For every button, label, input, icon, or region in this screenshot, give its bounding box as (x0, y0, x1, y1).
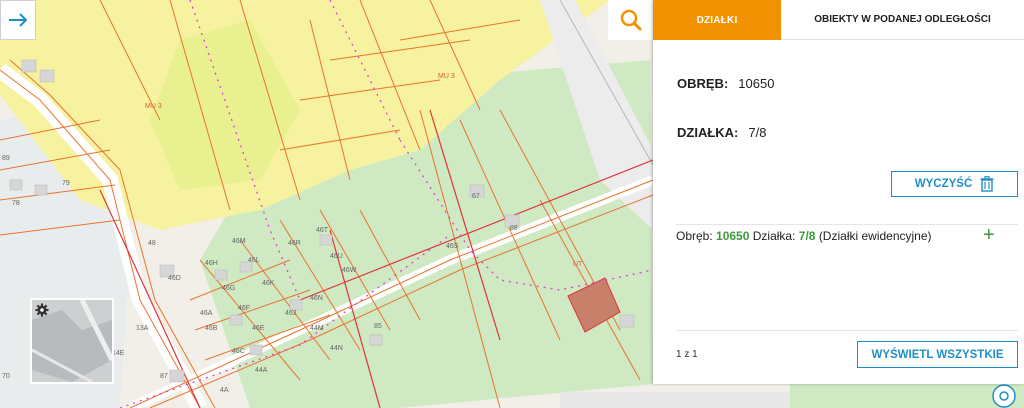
map-parcel-label: 46J (285, 310, 296, 317)
obreb-row: OBRĘB: 10650 (677, 76, 774, 91)
map-zone-label: MU 3 (145, 103, 162, 110)
map-parcel-label: 46G (222, 285, 235, 292)
map-parcel-label: 85 (374, 323, 382, 330)
layer-switcher[interactable] (30, 298, 114, 384)
search-icon (620, 9, 641, 31)
show-all-button[interactable]: WYŚWIETL WSZYSTKIE (857, 341, 1018, 368)
result-type: (Działki ewidencyjne) (818, 229, 932, 243)
result-obreb-prefix: Obręb: (676, 229, 713, 243)
result-obreb-value: 10650 (716, 229, 750, 243)
plus-icon[interactable]: + (983, 224, 997, 246)
map-parcel-label: 78 (12, 200, 20, 207)
map-parcel-label: 46F (238, 305, 250, 312)
map-parcel-label: 46R (288, 240, 301, 247)
map-parcel-label: 46A (200, 310, 213, 317)
divider (676, 224, 1018, 225)
map-parcel-label: 87 (160, 373, 168, 380)
map-parcel-label: 44N (330, 345, 343, 352)
dzialka-label: DZIAŁKA: (677, 125, 739, 140)
map-parcel-label: 46D (168, 275, 181, 282)
map-parcel-label: 46H (205, 260, 218, 267)
result-dzialka-value: 7/8 (798, 229, 816, 243)
dzialka-value: 7/8 (748, 125, 767, 140)
map-parcel-label: 46S (446, 243, 459, 250)
map-parcel-label: 44A (255, 367, 268, 374)
map-parcel-label: 46C (232, 348, 245, 355)
arrow-right-icon (9, 13, 28, 27)
map-parcel-label: 13A (136, 325, 149, 332)
search-tab[interactable] (608, 0, 653, 40)
map-parcel-label: 79 (62, 180, 70, 187)
gear-icon[interactable] (35, 303, 49, 317)
map-parcel-label: 67 (472, 193, 480, 200)
tab-obiekty[interactable]: OBIEKTY W PODANEJ ODLEGŁOŚCI (781, 0, 1024, 40)
map-parcel-label: 46K (262, 280, 275, 287)
map-parcel-label: 4A (220, 387, 229, 394)
map-parcel-label: 70 (2, 373, 10, 380)
map-parcel-label: 46L (248, 257, 260, 264)
map-parcel-label: 44M (310, 325, 324, 332)
result-item[interactable]: Obręb: 10650 Działka: 7/8 (Działki ewide… (676, 229, 932, 243)
map-parcel-label: 89 (2, 155, 10, 162)
map-zone-label: MU 3 (438, 73, 455, 80)
map-parcel-label: 46B (205, 325, 218, 332)
show-all-button-label: WYŚWIETL WSZYSTKIE (871, 348, 1004, 361)
map-parcel-label: 48 (148, 240, 156, 247)
tab-dzialki[interactable]: DZIAŁKI (653, 0, 781, 40)
map-parcel-label: 88 (510, 225, 518, 232)
clear-button-label: WYCZYŚĆ (914, 178, 973, 190)
obreb-value: 10650 (738, 76, 775, 91)
expand-panel-button[interactable] (0, 0, 36, 40)
clear-button[interactable]: WYCZYŚĆ (891, 171, 1018, 197)
map-parcel-label: 46N (310, 295, 323, 302)
pager-text: 1 z 1 (676, 349, 698, 360)
obreb-label: OBRĘB: (677, 76, 729, 91)
map-parcel-label: 46M (232, 238, 246, 245)
map-parcel-label: 46E (252, 325, 265, 332)
map-zone-label: UT (573, 261, 583, 268)
trash-icon (980, 176, 994, 192)
dzialka-row: DZIAŁKA: 7/8 (677, 125, 766, 140)
map-parcel-label: 46T (316, 227, 329, 234)
map-parcel-label: 46U (330, 253, 343, 260)
map-parcel-label: 46W (342, 267, 357, 274)
result-dzialka-prefix: Działka: (752, 229, 796, 243)
divider (676, 330, 1018, 331)
